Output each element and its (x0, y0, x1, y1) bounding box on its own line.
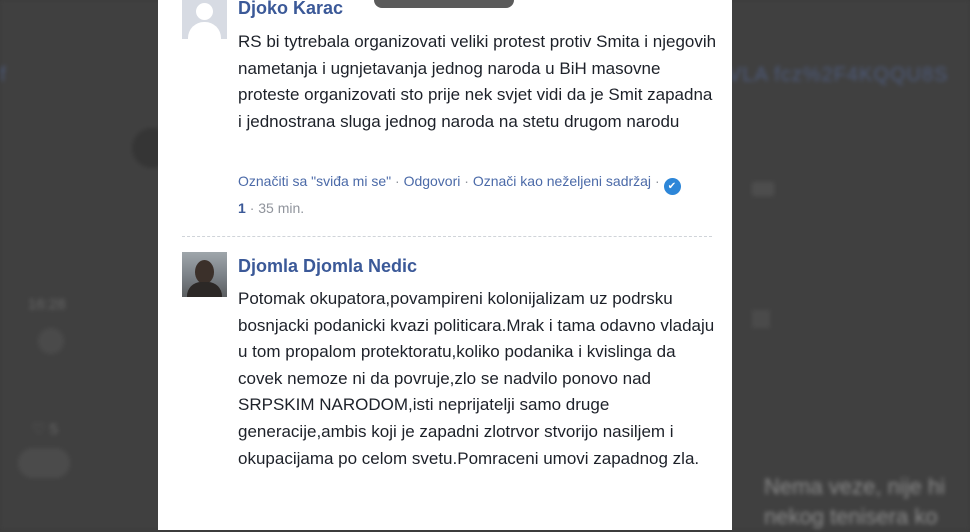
separator-dot: · (395, 173, 404, 189)
comment-author[interactable]: Djoko Karac (238, 0, 343, 19)
background-link-left: f (0, 64, 6, 86)
user-avatar[interactable] (182, 252, 227, 297)
video-overlay-tab (374, 0, 514, 8)
separator-dot: · (654, 173, 664, 189)
comments-panel: Djoko Karac RS bi tytrebala organizovati… (158, 0, 732, 530)
avatar-shoulders (187, 282, 222, 297)
comment-author[interactable]: Djomla Djomla Nedic (238, 256, 417, 277)
reply-link[interactable]: Odgovori (404, 173, 461, 189)
background-pill (18, 448, 70, 478)
like-link[interactable]: Označiti sa "sviđa mi se" (238, 173, 391, 189)
like-reaction-icon[interactable]: ✔ (663, 178, 681, 195)
avatar-head (195, 260, 214, 284)
background-link-right: VLA fcz%2F4KQQU8S (728, 64, 949, 86)
background-time: 16:28 (28, 296, 66, 313)
default-avatar-icon[interactable] (182, 0, 227, 39)
comment-divider (182, 236, 712, 237)
background-icon (38, 328, 64, 354)
report-spam-link[interactable]: Označi kao neželjeni sadržaj (473, 173, 651, 189)
comment-text: RS bi tytrebala organizovati veliki prot… (238, 32, 717, 131)
comment-text: Potomak okupatora,povampireni kolonijali… (238, 289, 715, 468)
background-icon-right (752, 182, 774, 196)
comment-actions: Označiti sa "sviđa mi se" · Odgovori · O… (238, 168, 688, 221)
background-comment-text: Nema veze, nije hi nekog tenisera ko (764, 474, 945, 529)
separator-dot: · (464, 173, 473, 189)
background-like-count: ♡ 5 (32, 421, 58, 438)
separator-dot: · (249, 200, 259, 216)
reaction-count[interactable]: 1 (238, 200, 246, 216)
background-icon-right-2 (752, 310, 770, 328)
comment-timestamp: 35 min. (258, 200, 305, 216)
